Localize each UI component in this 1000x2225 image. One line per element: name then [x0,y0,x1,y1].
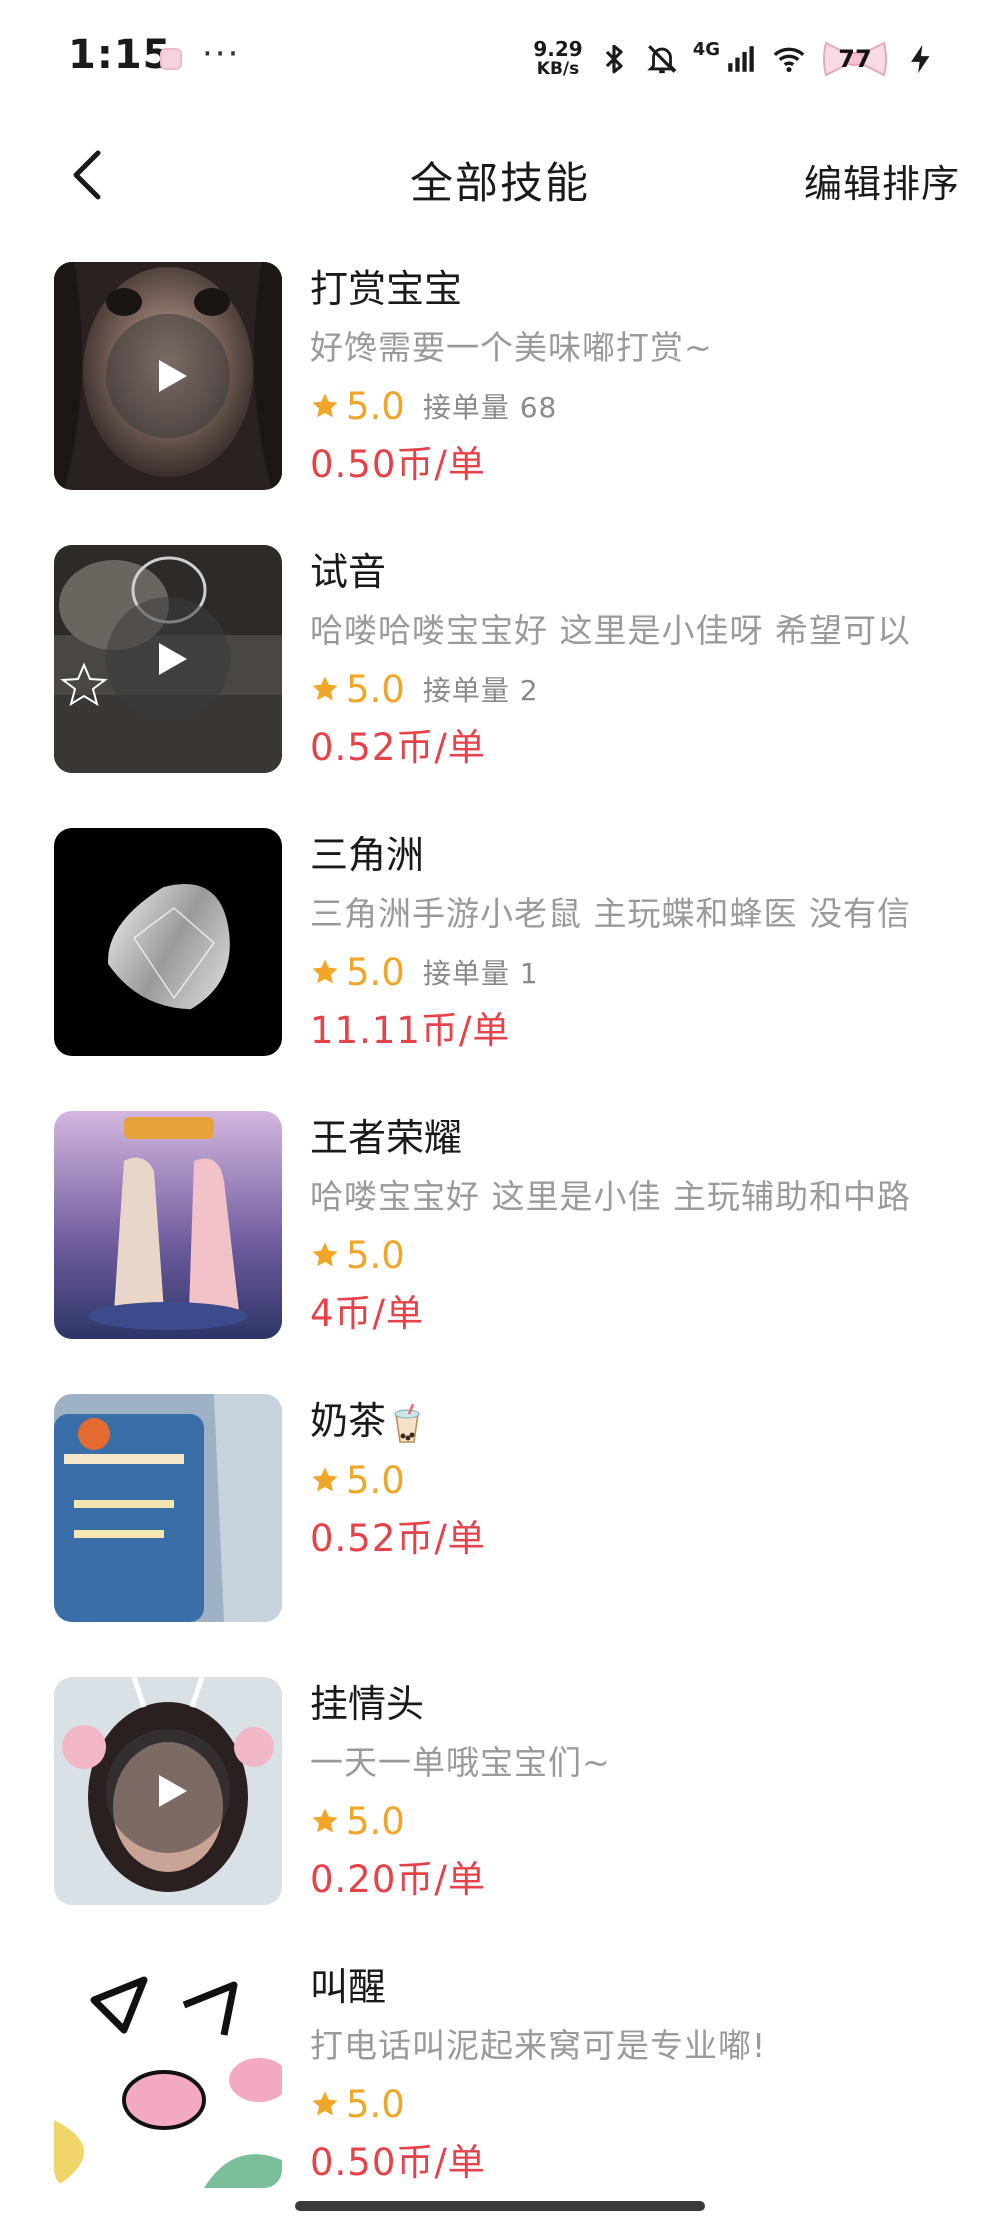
skill-price: 11.11币/单 [310,1009,511,1052]
play-button[interactable] [106,1729,230,1853]
rating-score: 5.0 [346,667,405,711]
skill-info: 王者荣耀 哈喽宝宝好 这里是小佳 主玩辅助和中路 5.0 4币/单 [310,1111,980,1343]
skill-thumbnail-image [54,1960,282,2188]
skill-thumbnail [54,1677,282,1905]
skill-thumbnail [54,828,282,1056]
rating-row: 5.0 [310,1227,980,1283]
skill-info: 三角洲 三角洲手游小老鼠 主玩蝶和蜂医 没有信 5.0 接单量 1 11.11币… [310,828,980,1060]
skill-name: 打赏宝宝 [310,267,463,311]
bubble-tea-icon [394,1403,420,1443]
skill-description: 哈喽哈喽宝宝好 这里是小佳呀 希望可以 [310,611,911,650]
edit-sort-button[interactable]: 编辑排序 [804,153,960,208]
rating-score: 5.0 [346,1233,405,1277]
rating-row: 5.0 [310,2076,980,2132]
star-icon [312,959,338,984]
app-notification-icon [160,48,182,70]
skill-thumbnail [54,1394,282,1622]
rating-score: 5.0 [346,1799,405,1843]
star-icon [312,676,338,701]
skill-item[interactable]: 挂情头 一天一单哦宝宝们~ 5.0 0.20币/单 [0,1677,1000,1907]
skill-item[interactable]: 三角洲 三角洲手游小老鼠 主玩蝶和蜂医 没有信 5.0 接单量 1 11.11币… [0,828,1000,1058]
network-speed: 9.29 KB/s [533,39,582,79]
skill-info: 奶茶 5.0 0.52币/单 [310,1394,980,1568]
skill-item[interactable]: 试音 哈喽哈喽宝宝好 这里是小佳呀 希望可以 5.0 接单量 2 0.52币/单 [0,545,1000,775]
skill-price: 0.50币/单 [310,2141,486,2184]
skill-thumbnail [54,1111,282,1339]
star-icon [312,1808,338,1833]
skill-info: 叫醒 打电话叫泥起来窝可是专业嘟! 5.0 0.50币/单 [310,1960,980,2192]
status-time: 1:15 [68,32,172,78]
rating-score: 5.0 [346,950,405,994]
skill-description: 一天一单哦宝宝们~ [310,1743,611,1782]
skill-price: 4币/单 [310,1292,425,1335]
charging-icon [911,44,930,74]
rating-score: 5.0 [346,384,405,428]
star-icon [312,1242,338,1267]
skill-description: 好馋需要一个美味嘟打赏~ [310,328,713,367]
skill-name: 挂情头 [310,1682,425,1726]
play-icon [159,1775,187,1807]
skill-name: 三角洲 [310,833,425,877]
play-icon [159,360,187,392]
skill-item[interactable]: 王者荣耀 哈喽宝宝好 这里是小佳 主玩辅助和中路 5.0 4币/单 [0,1111,1000,1341]
skill-item[interactable]: 打赏宝宝 好馋需要一个美味嘟打赏~ 5.0 接单量 68 0.50币/单 [0,262,1000,492]
skill-thumbnail-image [54,1111,282,1339]
order-count: 接单量 2 [422,674,539,707]
skill-description: 哈喽宝宝好 这里是小佳 主玩辅助和中路 [310,1177,911,1216]
skill-description: 打电话叫泥起来窝可是专业嘟! [310,2026,767,2065]
skill-thumbnail [54,1960,282,2188]
skill-name-row: 奶茶 [310,1394,980,1448]
bluetooth-icon [605,44,623,74]
rating-row: 5.0 接单量 68 [310,378,980,434]
network-type: 4G [692,38,720,60]
skill-item[interactable]: 叫醒 打电话叫泥起来窝可是专业嘟! 5.0 0.50币/单 [0,1960,1000,2190]
status-bar: 1:15 ··· 9.29 KB/s 4G 77 [0,0,1000,115]
rating-score: 5.0 [346,1458,405,1502]
wifi-icon [773,47,805,73]
rating-score: 5.0 [346,2082,405,2126]
skill-price: 0.20币/单 [310,1858,486,1901]
skill-name: 王者荣耀 [310,1116,463,1160]
battery-level: 77 [838,45,872,73]
battery-indicator: 77 [820,39,890,79]
play-icon [159,643,187,675]
skill-thumbnail [54,545,282,773]
skill-info: 打赏宝宝 好馋需要一个美味嘟打赏~ 5.0 接单量 68 0.50币/单 [310,262,980,494]
skill-price: 0.52币/单 [310,726,486,769]
star-icon [312,2091,338,2116]
mute-bell-icon [646,45,677,74]
skill-name: 试音 [310,550,387,594]
skill-info: 试音 哈喽哈喽宝宝好 这里是小佳呀 希望可以 5.0 接单量 2 0.52币/单 [310,545,980,777]
skill-price: 0.50币/单 [310,443,486,486]
skill-thumbnail [54,262,282,490]
rating-row: 5.0 接单量 1 [310,944,980,1000]
rating-row: 5.0 [310,1793,980,1849]
more-notifications-icon: ··· [202,34,241,74]
speed-unit: KB/s [536,59,580,79]
skill-thumbnail-image [54,828,282,1056]
order-count: 接单量 1 [422,957,539,990]
skill-thumbnail-image [54,1394,282,1622]
signal-icon [728,46,754,72]
play-button[interactable] [106,314,230,438]
rating-row: 5.0 接单量 2 [310,661,980,717]
home-indicator[interactable] [295,2201,705,2211]
speed-value: 9.29 [533,37,583,61]
play-button[interactable] [106,597,230,721]
skill-price: 0.52币/单 [310,1517,486,1560]
skill-name: 叫醒 [310,1965,387,2009]
star-icon [312,393,338,418]
order-count: 接单量 68 [422,391,558,424]
skill-info: 挂情头 一天一单哦宝宝们~ 5.0 0.20币/单 [310,1677,980,1909]
status-indicators: 9.29 KB/s 4G 77 [533,34,938,84]
rating-row: 5.0 [310,1452,980,1508]
star-icon [312,1467,338,1492]
skill-item[interactable]: 奶茶 5.0 0.52币/单 [0,1394,1000,1624]
skill-description: 三角洲手游小老鼠 主玩蝶和蜂医 没有信 [310,894,911,933]
page-header: 全部技能 编辑排序 [0,115,1000,235]
skill-name: 奶茶 [310,1399,387,1443]
